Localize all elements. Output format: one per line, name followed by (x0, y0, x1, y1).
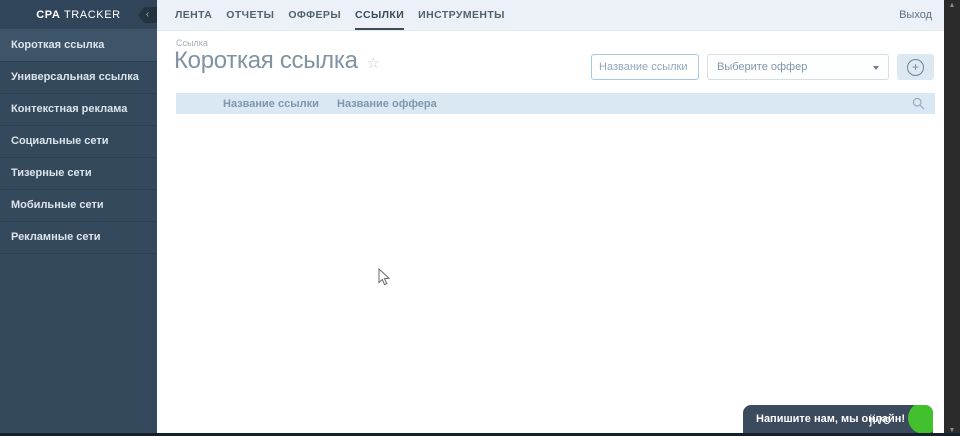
favorite-star-icon[interactable]: ☆ (367, 54, 380, 72)
vertical-scrollbar[interactable]: ▲ ▼ (944, 0, 960, 436)
plus-icon: + (907, 58, 924, 76)
tab-links[interactable]: ССЫЛКИ (355, 0, 405, 30)
chat-green-badge (908, 405, 933, 433)
table-header-row: Название ссылки Название оффера (176, 93, 935, 114)
chevron-down-icon (873, 66, 879, 70)
sidebar-header: CPA TRACKER ‹ (0, 0, 157, 30)
link-name-input[interactable] (591, 54, 699, 80)
page-title-row: Короткая ссылка ☆ (174, 47, 380, 75)
logout-link[interactable]: Выход (899, 0, 944, 30)
app-logo: CPA TRACKER (36, 9, 120, 21)
tab-offers[interactable]: ОФФЕРЫ (288, 0, 341, 30)
filter-controls: Выберите оффер + (591, 54, 934, 80)
mouse-cursor-icon (378, 267, 391, 291)
page-title: Короткая ссылка (174, 47, 358, 74)
sidebar-item-mobile-networks[interactable]: Мобильные сети (0, 190, 157, 222)
app-logo-rest: TRACKER (60, 8, 121, 21)
offer-select[interactable]: Выберите оффер (707, 54, 889, 80)
sidebar-item-contextual-ads[interactable]: Контекстная реклама (0, 94, 157, 126)
sidebar-collapse-button[interactable]: ‹ (138, 7, 157, 23)
sidebar-item-ad-networks[interactable]: Рекламные сети (0, 222, 157, 254)
chat-brand-logo: jivo (869, 411, 891, 427)
chat-widget[interactable]: Напишите нам, мы онлайн! jivo (743, 405, 933, 433)
sidebar-item-social-networks[interactable]: Социальные сети (0, 126, 157, 158)
tab-bar: ЛЕНТА ОТЧЕТЫ ОФФЕРЫ ССЫЛКИ ИНСТРУМЕНТЫ (157, 0, 505, 30)
top-navigation: ЛЕНТА ОТЧЕТЫ ОФФЕРЫ ССЫЛКИ ИНСТРУМЕНТЫ В… (157, 0, 944, 31)
sidebar: CPA TRACKER ‹ Короткая ссылка Универсаль… (0, 0, 157, 433)
tab-reports[interactable]: ОТЧЕТЫ (226, 0, 274, 30)
sidebar-item-teaser-networks[interactable]: Тизерные сети (0, 158, 157, 190)
search-icon[interactable] (912, 97, 925, 110)
main-area: ЛЕНТА ОТЧЕТЫ ОФФЕРЫ ССЫЛКИ ИНСТРУМЕНТЫ В… (157, 0, 944, 433)
tab-tools[interactable]: ИНСТРУМЕНТЫ (418, 0, 505, 30)
scroll-up-icon[interactable]: ▲ (949, 0, 956, 11)
sidebar-item-universal-link[interactable]: Универсальная ссылка (0, 62, 157, 94)
app-logo-bold: CPA (36, 8, 61, 21)
page-content: Ссылка Короткая ссылка ☆ Выберите оффер … (157, 31, 944, 433)
offer-select-value: Выберите оффер (717, 61, 808, 73)
column-header-offer-name: Название оффера (337, 97, 437, 110)
tab-feed[interactable]: ЛЕНТА (175, 0, 212, 30)
sidebar-item-short-link[interactable]: Короткая ссылка (0, 30, 157, 62)
column-header-link-name: Название ссылки (223, 97, 319, 110)
add-link-button[interactable]: + (897, 54, 934, 80)
